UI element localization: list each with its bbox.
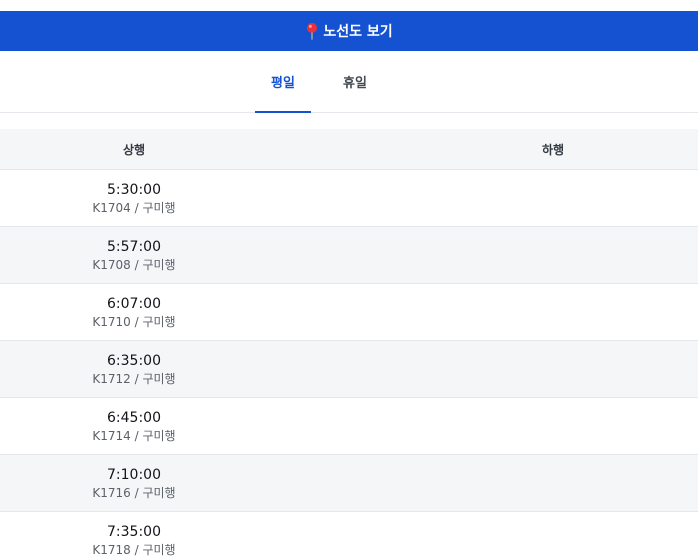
train-info: K1716 / 구미행 — [92, 486, 176, 500]
train-info: K1712 / 구미행 — [92, 372, 176, 386]
header-up: 상행 — [122, 142, 146, 157]
tab-weekday-label: 평일 — [271, 76, 295, 91]
tab-gap — [311, 51, 327, 112]
route-map-button-content: 노선도 보기 — [305, 21, 393, 41]
timetable-page: 노선도 보기 평일 휴일 상행 하행 5:30:00 K1704 / 구미행 5:5… — [0, 0, 698, 556]
top-gap — [0, 0, 698, 11]
table-row: 6:07:00 K1710 / 구미행 — [0, 284, 698, 341]
up-cell: 5:57:00 K1708 / 구미행 — [0, 237, 268, 273]
table-row: 7:10:00 K1716 / 구미행 — [0, 455, 698, 512]
departure-time: 5:30:00 — [107, 182, 161, 198]
departure-time: 7:35:00 — [107, 524, 161, 540]
up-cell: 6:45:00 K1714 / 구미행 — [0, 408, 268, 444]
train-info: K1704 / 구미행 — [92, 201, 176, 215]
route-map-button[interactable]: 노선도 보기 — [0, 11, 698, 51]
up-cell: 5:30:00 K1704 / 구미행 — [0, 180, 268, 216]
train-info: K1718 / 구미행 — [92, 543, 176, 556]
tab-holiday-label: 휴일 — [343, 76, 367, 91]
up-cell: 6:35:00 K1712 / 구미행 — [0, 351, 268, 387]
tab-weekday[interactable]: 평일 — [255, 51, 311, 113]
timetable-rows: 5:30:00 K1704 / 구미행 5:57:00 K1708 / 구미행 6:07… — [0, 170, 698, 556]
departure-time: 7:10:00 — [107, 467, 161, 483]
table-row: 5:57:00 K1708 / 구미행 — [0, 227, 698, 284]
train-info: K1710 / 구미행 — [92, 315, 176, 329]
train-info: K1708 / 구미행 — [92, 258, 176, 272]
tab-group: 평일 휴일 — [255, 51, 383, 113]
table-row: 5:30:00 K1704 / 구미행 — [0, 170, 698, 227]
day-type-tabs: 평일 휴일 — [0, 51, 698, 113]
table-spacer — [0, 113, 698, 129]
table-row: 6:45:00 K1714 / 구미행 — [0, 398, 698, 455]
map-pin-icon — [307, 23, 318, 40]
departure-time: 5:57:00 — [107, 239, 161, 255]
up-cell: 6:07:00 K1710 / 구미행 — [0, 294, 268, 330]
route-map-label: 노선도 보기 — [323, 24, 393, 40]
timetable-header: 상행 하행 — [0, 129, 698, 170]
departure-time: 6:07:00 — [107, 296, 161, 312]
header-down: 하행 — [541, 142, 565, 157]
up-cell: 7:10:00 K1716 / 구미행 — [0, 465, 268, 501]
train-info: K1714 / 구미행 — [92, 429, 176, 443]
table-row: 6:35:00 K1712 / 구미행 — [0, 341, 698, 398]
table-row: 7:35:00 K1718 / 구미행 — [0, 512, 698, 556]
tab-holiday[interactable]: 휴일 — [327, 51, 383, 112]
departure-time: 6:45:00 — [107, 410, 161, 426]
up-cell: 7:35:00 K1718 / 구미행 — [0, 522, 268, 556]
departure-time: 6:35:00 — [107, 353, 161, 369]
